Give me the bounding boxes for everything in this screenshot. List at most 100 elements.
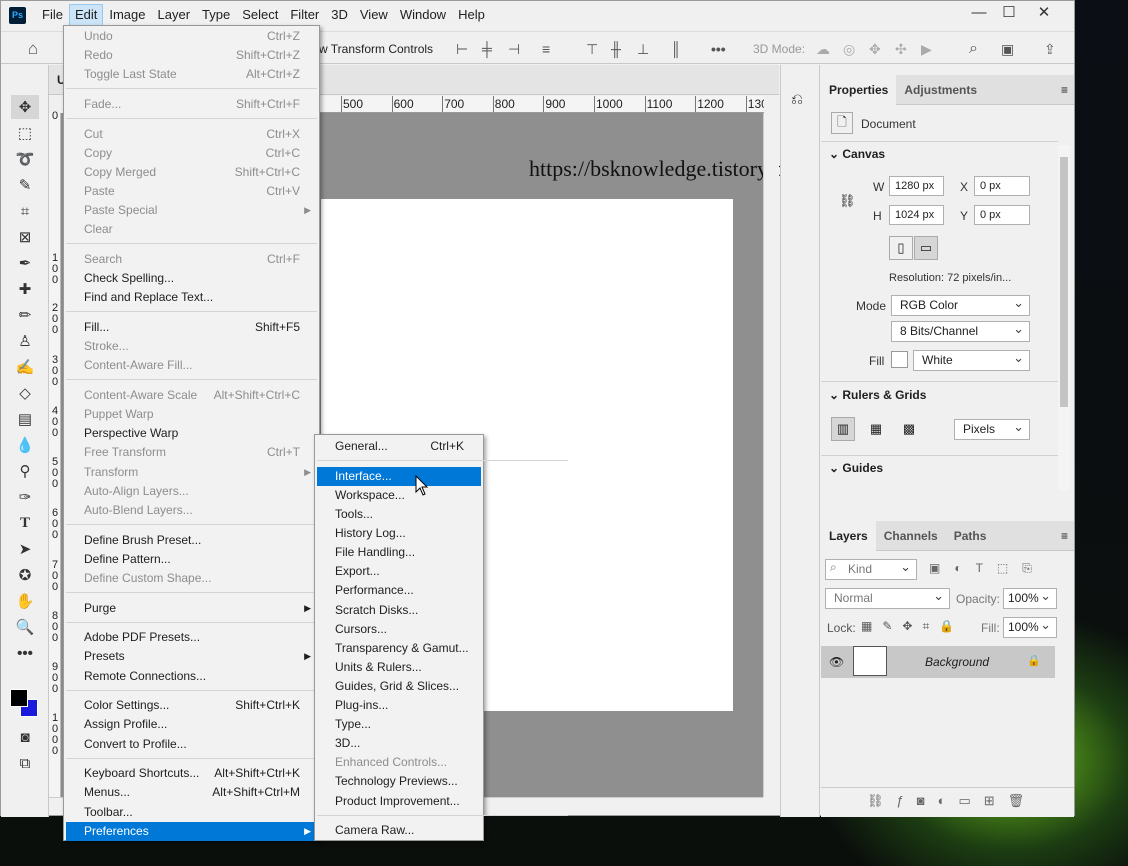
align-right-icon[interactable]: ⊣ [508,39,520,59]
search-icon[interactable]: ⌕ [969,39,978,59]
menu-help[interactable]: Help [452,4,491,26]
menu-item-enhanced-controls[interactable]: Enhanced Controls... [317,753,481,772]
color-mode-dropdown[interactable]: RGB Color [891,293,1030,316]
menu-item-performance[interactable]: Performance... [317,581,481,600]
landscape-orientation-icon[interactable]: ▭ [914,236,938,260]
menu-item-perspective-warp[interactable]: Perspective Warp [66,424,317,443]
menu-item-purge[interactable]: Purge ▶ [66,599,317,618]
menu-item-preferences[interactable]: Preferences ▶ [66,821,317,841]
3d-pan-icon[interactable]: ✥ [869,39,881,59]
menu-item-transparency-gamut[interactable]: Transparency & Gamut... [317,639,481,658]
quick-mask-icon[interactable]: ◙ [11,725,39,749]
path-selection-tool-icon[interactable]: ➤ [11,537,39,561]
more-options-icon[interactable]: ••• [711,39,726,59]
panel-menu-icon[interactable]: ≡ [1061,83,1068,97]
menu-item-content-aware-fill[interactable]: Content-Aware Fill... [66,356,317,375]
3d-camera-icon[interactable]: ▶ [921,39,932,59]
pen-tool-icon[interactable]: ✑ [11,485,39,509]
align-center-icon[interactable]: ╪ [482,39,492,59]
menu-item-undo[interactable]: Undo Ctrl+Z [66,27,317,46]
menu-3d[interactable]: 3D [325,4,354,26]
menu-item-puppet-warp[interactable]: Puppet Warp [66,405,317,424]
menu-item-tools[interactable]: Tools... [317,505,481,524]
layer-filter-icons[interactable]: ▣◐T⬚⎘ [929,561,1046,576]
menu-item-convert-to-profile[interactable]: Convert to Profile... [66,735,317,754]
eye-icon[interactable]: 👁 [829,655,844,669]
move-tool-icon[interactable]: ✥ [11,95,39,119]
menu-item-find-and-replace-text[interactable]: Find and Replace Text... [66,288,317,307]
layer-actions-bar[interactable]: ⛓ƒ◙◐▭⊞🗑 [821,787,1074,813]
menu-edit[interactable]: Edit [68,4,104,26]
align-middle-icon[interactable]: ╫ [611,39,621,59]
dodge-tool-icon[interactable]: ⚲ [11,459,39,483]
menu-item-product-improvement[interactable]: Product Improvement... [317,792,481,811]
align-top-icon[interactable]: ⊤ [586,39,598,59]
menu-item-define-custom-shape[interactable]: Define Custom Shape... [66,569,317,588]
distribute-icon[interactable]: ≡ [542,39,550,59]
menu-item-guides-grid-slices[interactable]: Guides, Grid & Slices... [317,677,481,696]
guides-section-header[interactable]: ⌄ Guides [829,461,883,475]
rulers-grids-section-header[interactable]: ⌄ Rulers & Grids [829,388,926,402]
menu-item-copy[interactable]: Copy Ctrl+C [66,144,317,163]
menu-item-keyboard-shortcuts[interactable]: Keyboard Shortcuts... Alt+Shift+Ctrl+K [66,764,317,783]
pixel-grid-icon[interactable]: ▩ [897,417,921,441]
menu-item-presets[interactable]: Presets ▶ [66,647,317,666]
menu-item-clear[interactable]: Clear [66,220,317,239]
menu-window[interactable]: Window [394,4,452,26]
menu-item-history-log[interactable]: History Log... [317,524,481,543]
menu-item-scratch-disks[interactable]: Scratch Disks... [317,601,481,620]
shape-tool-icon[interactable]: ✪ [11,563,39,587]
brush-tool-icon[interactable]: ✏ [11,303,39,327]
menu-layer[interactable]: Layer [152,4,197,26]
menu-view[interactable]: View [354,4,394,26]
fill-opacity-field[interactable]: 100% [1003,615,1057,638]
fill-dropdown[interactable]: White [913,348,1030,371]
menu-item-workspace[interactable]: Workspace... [317,486,481,505]
tab-channels[interactable]: Channels [876,521,946,551]
layer-row-background[interactable]: 👁 Background 🔒 [821,646,1055,678]
opacity-field[interactable]: 100% [1003,586,1057,609]
distribute-vertical-icon[interactable]: ║ [671,39,681,59]
menu-item-fill[interactable]: Fill... Shift+F5 [66,318,317,337]
menu-select[interactable]: Select [236,4,284,26]
tab-layers[interactable]: Layers [821,521,876,551]
lock-icons[interactable]: ▦✎✥⌗🔒 [861,619,964,634]
frame-tool-icon[interactable]: ⊠ [11,225,39,249]
workspace-icon[interactable]: ▣ [1001,39,1014,59]
home-icon[interactable]: ⌂ [21,39,45,59]
menu-item-redo[interactable]: Redo Shift+Ctrl+Z [66,46,317,65]
hand-tool-icon[interactable]: ✋ [11,589,39,613]
menu-item-assign-profile[interactable]: Assign Profile... [66,715,317,734]
menu-item-auto-align-layers[interactable]: Auto-Align Layers... [66,482,317,501]
menu-file[interactable]: File [36,4,69,26]
canvas-section-header[interactable]: ⌄ Canvas [829,147,885,161]
close-button[interactable]: ✕ [1029,1,1059,23]
blur-tool-icon[interactable]: 💧 [11,433,39,457]
tab-paths[interactable]: Paths [946,521,995,551]
menu-item-interface[interactable]: Interface... [317,466,481,486]
tab-properties[interactable]: Properties [821,75,897,105]
menu-item-remote-connections[interactable]: Remote Connections... [66,667,317,686]
menu-item-export[interactable]: Export... [317,562,481,581]
menu-item-3d[interactable]: 3D... [317,734,481,753]
menu-item-auto-blend-layers[interactable]: Auto-Blend Layers... [66,501,317,520]
edit-toolbar-icon[interactable]: ••• [11,641,39,665]
menu-item-type[interactable]: Type... [317,715,481,734]
y-field[interactable]: 0 px [974,205,1030,225]
ruler-toggle-icon[interactable]: ▥ [831,417,855,441]
menu-item-paste[interactable]: Paste Ctrl+V [66,182,317,201]
menu-item-content-aware-scale[interactable]: Content-Aware Scale Alt+Shift+Ctrl+C [66,386,317,405]
zoom-tool-icon[interactable]: 🔍 [11,615,39,639]
layers-panel-menu-icon[interactable]: ≡ [1061,529,1068,543]
3d-slide-icon[interactable]: ✣ [895,39,907,59]
layer-name[interactable]: Background [925,655,989,669]
grid-toggle-icon[interactable]: ▦ [864,417,888,441]
menu-item-copy-merged[interactable]: Copy Merged Shift+Ctrl+C [66,163,317,182]
x-field[interactable]: 0 px [974,176,1030,196]
eyedropper-tool-icon[interactable]: ✒ [11,251,39,275]
menu-item-camera-raw[interactable]: Camera Raw... [317,821,481,840]
portrait-orientation-icon[interactable]: ▯ [889,236,913,260]
marquee-tool-icon[interactable]: ⬚ [11,121,39,145]
menu-item-toggle-last-state[interactable]: Toggle Last State Alt+Ctrl+Z [66,65,317,84]
tab-adjustments[interactable]: Adjustments [896,75,985,105]
